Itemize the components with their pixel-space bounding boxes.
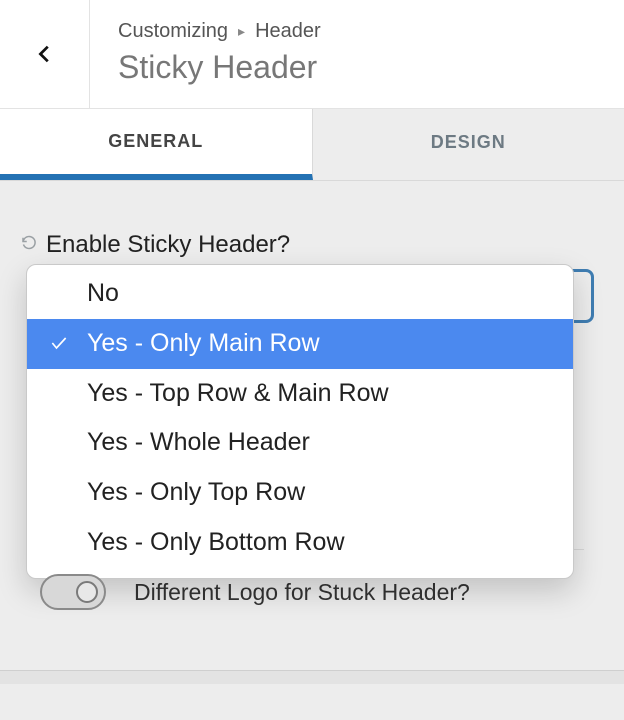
- option-top-and-main[interactable]: Yes - Top Row & Main Row: [27, 369, 573, 419]
- reset-icon[interactable]: [20, 234, 38, 257]
- option-label: Yes - Only Bottom Row: [87, 528, 345, 556]
- option-label: Yes - Only Top Row: [87, 478, 305, 506]
- breadcrumb: Customizing ▸ Header: [118, 20, 596, 43]
- different-logo-label: Different Logo for Stuck Header?: [134, 579, 470, 606]
- tab-design[interactable]: DESIGN: [313, 109, 624, 180]
- breadcrumb-root: Customizing: [118, 20, 228, 43]
- option-label: Yes - Whole Header: [87, 428, 310, 456]
- footer-strip: [0, 670, 624, 684]
- option-no[interactable]: No: [27, 269, 573, 319]
- check-icon: [49, 329, 69, 363]
- breadcrumb-separator-icon: ▸: [238, 23, 245, 40]
- option-label: Yes - Only Main Row: [87, 329, 320, 357]
- enable-sticky-dropdown[interactable]: No Yes - Only Main Row Yes - Top Row & M…: [26, 264, 574, 579]
- option-only-top-row[interactable]: Yes - Only Top Row: [27, 468, 573, 518]
- option-only-bottom-row[interactable]: Yes - Only Bottom Row: [27, 518, 573, 568]
- option-label: Yes - Top Row & Main Row: [87, 379, 389, 407]
- option-label: No: [87, 279, 119, 307]
- option-whole-header[interactable]: Yes - Whole Header: [27, 418, 573, 468]
- enable-sticky-label: Enable Sticky Header?: [46, 231, 290, 259]
- header-titles: Customizing ▸ Header Sticky Header: [90, 0, 624, 108]
- breadcrumb-section: Header: [255, 20, 321, 43]
- page-title: Sticky Header: [118, 49, 596, 86]
- toggle-knob-icon: [76, 581, 98, 603]
- different-logo-toggle[interactable]: [40, 574, 106, 610]
- option-only-main-row[interactable]: Yes - Only Main Row: [27, 319, 573, 369]
- back-button[interactable]: [0, 0, 90, 108]
- tab-general[interactable]: GENERAL: [0, 109, 313, 180]
